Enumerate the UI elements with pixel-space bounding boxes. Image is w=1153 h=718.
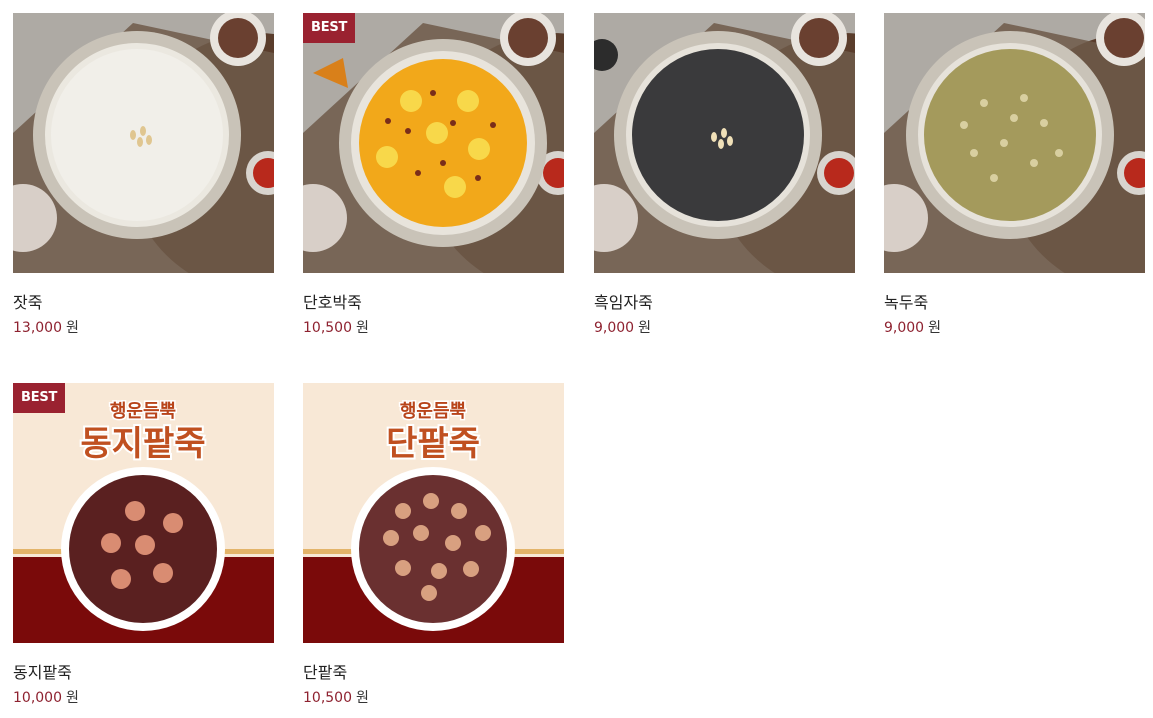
price-value: 10,000 <box>13 690 62 706</box>
product-grid: 잣죽 13,000 원 BEST 단호박죽 10,500 원 흑임자죽 9,00… <box>13 13 1146 713</box>
product-price: 13,000 원 <box>13 317 79 337</box>
best-badge: BEST <box>13 383 66 413</box>
price-unit: 원 <box>928 320 941 336</box>
product-price: 9,000 원 <box>594 317 651 337</box>
price-value: 10,500 <box>303 690 352 706</box>
product-name[interactable]: 흑임자죽 <box>594 289 653 313</box>
price-unit: 원 <box>638 320 651 336</box>
product-image[interactable] <box>303 13 564 273</box>
product-image[interactable] <box>884 13 1145 273</box>
dongji-red-bean-porridge-image: 행운듬뿍 동지팥죽 <box>13 383 274 643</box>
pumpkin-porridge-image <box>303 13 564 273</box>
product-card[interactable]: 흑임자죽 9,000 원 <box>594 13 855 343</box>
price-unit: 원 <box>356 320 369 336</box>
price-unit: 원 <box>356 690 369 706</box>
price-value: 9,000 <box>884 320 925 336</box>
price-value: 10,500 <box>303 320 352 336</box>
product-price: 10,500 원 <box>303 317 369 337</box>
price-value: 9,000 <box>594 320 635 336</box>
price-value: 13,000 <box>13 320 62 336</box>
banner-top-text: 행운듬뿍 <box>110 401 176 422</box>
mung-bean-porridge-image <box>884 13 1145 273</box>
product-image[interactable]: 행운듬뿍 동지팥죽 <box>13 383 274 643</box>
product-name[interactable]: 단팥죽 <box>303 659 347 683</box>
product-name[interactable]: 단호박죽 <box>303 289 362 313</box>
product-price: 10,000 원 <box>13 687 79 707</box>
banner-title-text: 단팥죽 <box>386 424 480 464</box>
price-unit: 원 <box>66 690 79 706</box>
banner-top-text: 행운듬뿍 <box>400 401 466 422</box>
product-name[interactable]: 동지팥죽 <box>13 659 72 683</box>
product-name[interactable]: 잣죽 <box>13 289 42 313</box>
banner-title-text: 동지팥죽 <box>80 424 205 464</box>
product-card[interactable]: 잣죽 13,000 원 <box>13 13 274 343</box>
product-image[interactable] <box>13 13 274 273</box>
product-card[interactable]: 행운듬뿍 단팥죽 단팥죽 10,500 원 <box>303 383 564 713</box>
product-price: 9,000 원 <box>884 317 941 337</box>
product-card[interactable]: 녹두죽 9,000 원 <box>884 13 1145 343</box>
product-card[interactable]: BEST 단호박죽 10,500 원 <box>303 13 564 343</box>
best-badge: BEST <box>303 13 356 43</box>
sweet-red-bean-porridge-image: 행운듬뿍 단팥죽 <box>303 383 564 643</box>
black-sesame-porridge-image <box>594 13 855 273</box>
pine-nut-porridge-image <box>13 13 274 273</box>
product-price: 10,500 원 <box>303 687 369 707</box>
product-image[interactable] <box>594 13 855 273</box>
product-card[interactable]: 행운듬뿍 동지팥죽 BEST 동지팥죽 10,000 원 <box>13 383 274 713</box>
product-image[interactable]: 행운듬뿍 단팥죽 <box>303 383 564 643</box>
price-unit: 원 <box>66 320 79 336</box>
product-name[interactable]: 녹두죽 <box>884 289 928 313</box>
